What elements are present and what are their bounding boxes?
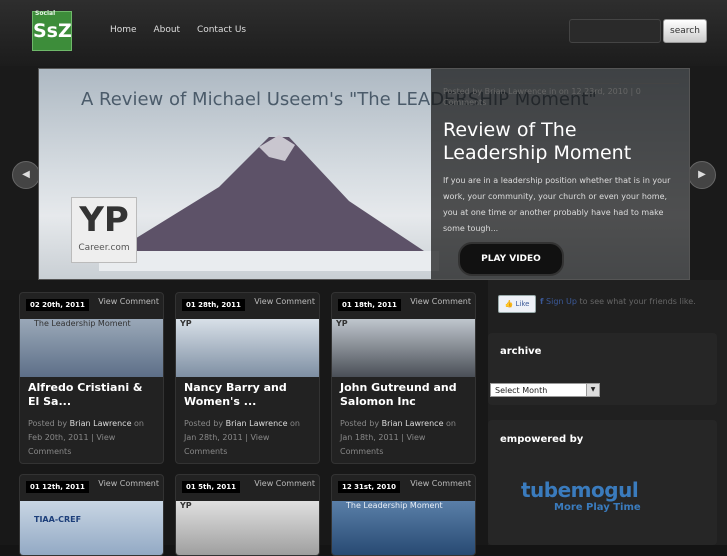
- post-date: 01 5th, 2011: [182, 481, 240, 493]
- post-thumbnail[interactable]: The Leadership Moment: [20, 319, 163, 377]
- post-view-comments[interactable]: View Comment: [410, 298, 471, 306]
- post-view-comments[interactable]: View Comment: [254, 480, 315, 488]
- logo-small-text: Social: [35, 10, 56, 17]
- slide-meta: Posted by Brian Lawrence in on 12 23rd, …: [443, 83, 679, 108]
- post-title[interactable]: John Gutreund and Salomon Inc: [340, 381, 468, 409]
- archive-title: archive: [500, 346, 542, 357]
- thumbnail-text: The Leadership Moment: [34, 319, 131, 328]
- slider-next-button[interactable]: ▶: [688, 161, 716, 189]
- post-thumbnail[interactable]: YP: [332, 319, 475, 377]
- post-thumbnail[interactable]: YP: [176, 319, 319, 377]
- post-card[interactable]: 02 20th, 2011 View Comment The Leadershi…: [19, 292, 164, 464]
- post-card[interactable]: 01 12th, 2011 View Comment TIAA-CREF: [19, 474, 164, 556]
- play-video-button[interactable]: PLAY VIDEO: [458, 242, 564, 276]
- post-date: 01 28th, 2011: [182, 299, 245, 311]
- post-author[interactable]: Brian Lawrence: [382, 419, 444, 428]
- search-input[interactable]: [569, 19, 661, 43]
- nav-home[interactable]: Home: [110, 25, 137, 35]
- post-view-comments[interactable]: View Comment: [410, 480, 471, 488]
- thumbs-up-icon: 👍: [504, 300, 514, 308]
- post-card[interactable]: 12 31st, 2010 View Comment The Leadershi…: [331, 474, 476, 556]
- post-date: 01 18th, 2011: [338, 299, 401, 311]
- post-thumbnail[interactable]: TIAA-CREF: [20, 501, 163, 555]
- post-date: 01 12th, 2011: [26, 481, 89, 493]
- nav-contact[interactable]: Contact Us: [197, 25, 246, 35]
- logo-mark: SsZ: [33, 20, 72, 42]
- thumbnail-text: The Leadership Moment: [346, 501, 443, 510]
- nav-about[interactable]: About: [153, 25, 180, 35]
- post-meta: Posted by Brian Lawrence on Feb 20th, 20…: [28, 419, 144, 456]
- post-author[interactable]: Brian Lawrence: [226, 419, 288, 428]
- post-thumbnail[interactable]: YP: [176, 501, 319, 555]
- tubemogul-tagline: More Play Time: [554, 502, 641, 513]
- post-title[interactable]: Alfredo Cristiani & El Sa...: [28, 381, 156, 409]
- post-card[interactable]: 01 18th, 2011 View Comment YP John Gutre…: [331, 292, 476, 464]
- thumbnail-text: TIAA-CREF: [34, 515, 82, 524]
- post-author[interactable]: Brian Lawrence: [70, 419, 132, 428]
- post-meta: Posted by Brian Lawrence on Jan 28th, 20…: [184, 419, 300, 456]
- slide-excerpt: If you are in a leadership position whet…: [443, 176, 671, 233]
- post-view-comments[interactable]: View Comment: [254, 298, 315, 306]
- facebook-signup-link[interactable]: Sign Up: [546, 297, 577, 306]
- facebook-icon: f: [540, 297, 544, 306]
- thumbnail-text: YP: [180, 319, 192, 328]
- post-date: 02 20th, 2011: [26, 299, 89, 311]
- post-title[interactable]: Nancy Barry and Women's ...: [184, 381, 312, 409]
- facebook-like-button[interactable]: 👍 Like: [498, 295, 536, 313]
- empowered-title: empowered by: [500, 434, 584, 445]
- featured-slider: A Review of Michael Useem's "The LEADERS…: [38, 68, 690, 280]
- mountain-illustration: [99, 135, 439, 271]
- post-card[interactable]: 01 5th, 2011 View Comment YP: [175, 474, 320, 556]
- site-header: Social SsZ Home About Contact Us search: [0, 0, 727, 67]
- slider-prev-button[interactable]: ◀: [12, 161, 40, 189]
- main-nav: Home About Contact Us: [110, 25, 260, 35]
- search-button[interactable]: search: [663, 19, 707, 43]
- site-logo[interactable]: Social SsZ: [32, 10, 72, 51]
- post-thumbnail[interactable]: The Leadership Moment: [332, 501, 475, 555]
- post-card[interactable]: 01 28th, 2011 View Comment YP Nancy Barr…: [175, 292, 320, 464]
- post-view-comments[interactable]: View Comment: [98, 480, 159, 488]
- thumbnail-text: YP: [180, 501, 192, 510]
- slide-title[interactable]: Review of The Leadership Moment: [443, 119, 679, 165]
- yp-badge: YP Career.com: [71, 197, 137, 263]
- post-view-comments[interactable]: View Comment: [98, 298, 159, 306]
- archive-month-select[interactable]: Select Month ▼: [490, 383, 600, 397]
- thumbnail-text: YP: [336, 319, 348, 328]
- yp-badge-sub: Career.com: [78, 243, 130, 253]
- facebook-signup-text: to see what your friends like.: [579, 297, 696, 306]
- facebook-signup: f Sign Up to see what your friends like.: [540, 297, 696, 306]
- yp-badge-text: YP: [79, 200, 129, 240]
- post-date: 12 31st, 2010: [338, 481, 401, 493]
- dropdown-arrow-icon: ▼: [586, 384, 599, 396]
- tubemogul-logo[interactable]: tubemogul More Play Time: [521, 478, 641, 513]
- post-meta: Posted by Brian Lawrence on Jan 18th, 20…: [340, 419, 456, 456]
